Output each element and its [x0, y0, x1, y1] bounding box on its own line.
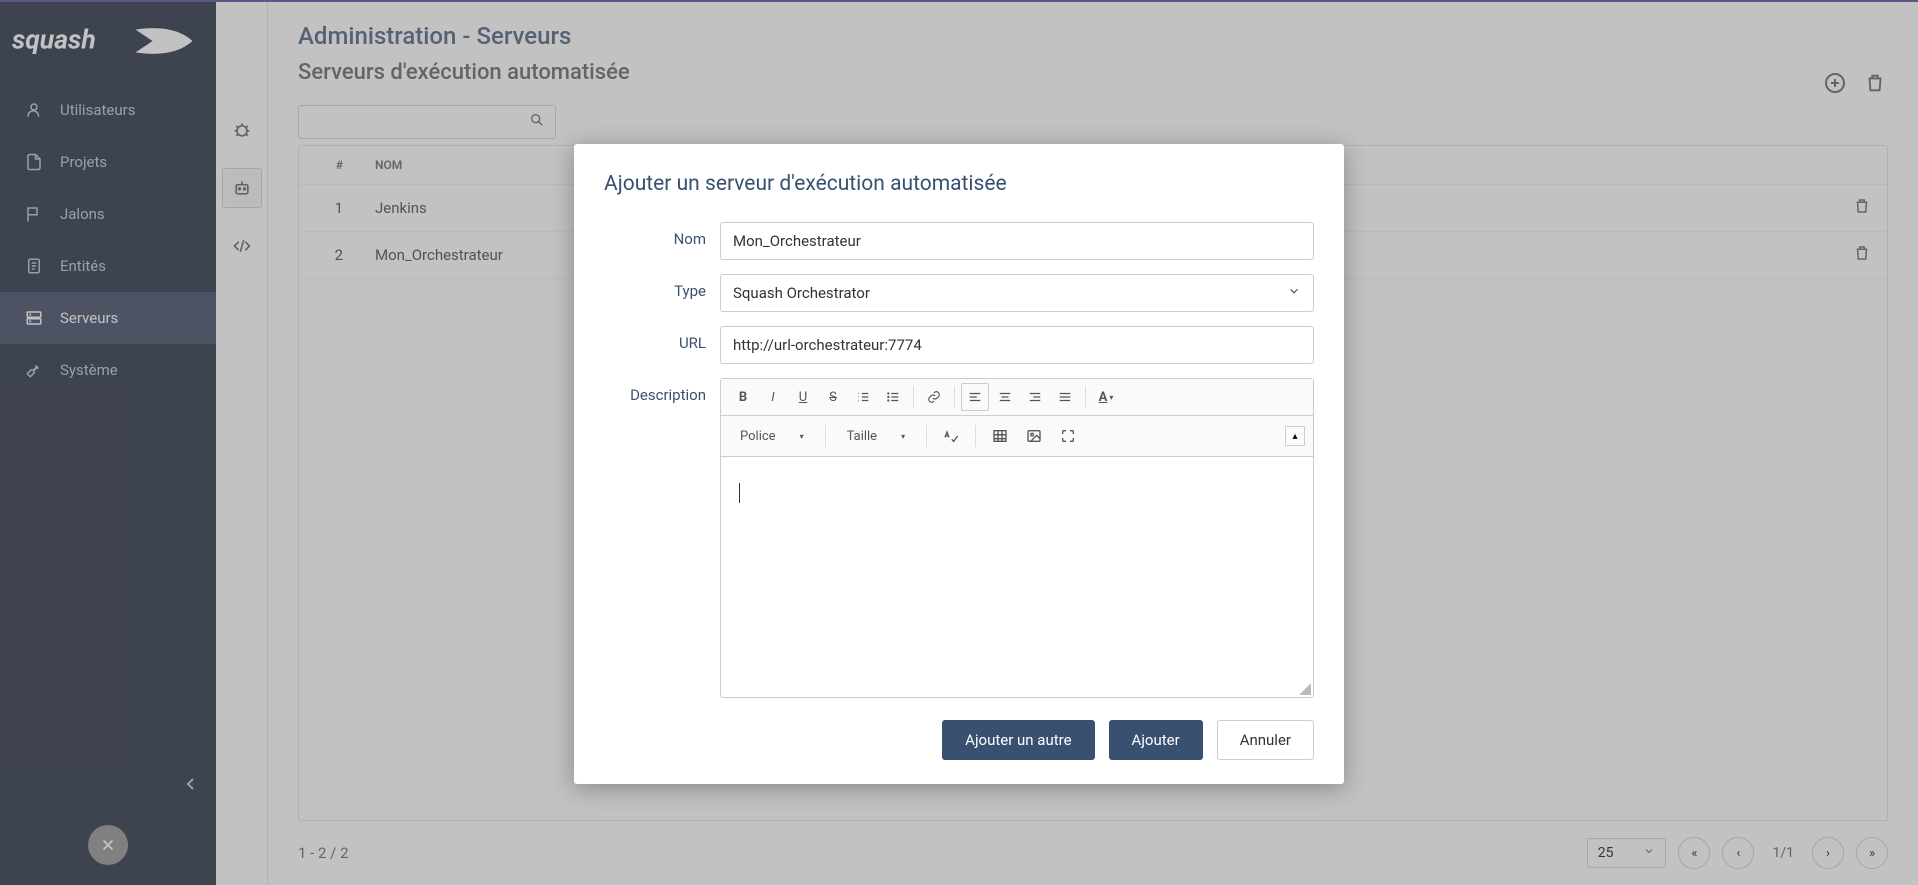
align-justify-icon[interactable] [1051, 383, 1079, 411]
add-server-dialog: Ajouter un serveur d'exécution automatis… [574, 144, 1344, 784]
resize-handle-icon[interactable] [1299, 683, 1311, 695]
bold-icon[interactable]: B [729, 383, 757, 411]
modal-overlay: Ajouter un serveur d'exécution automatis… [0, 0, 1918, 885]
strike-icon[interactable]: S [819, 383, 847, 411]
align-center-icon[interactable] [991, 383, 1019, 411]
align-right-icon[interactable] [1021, 383, 1049, 411]
editor-textarea[interactable] [721, 457, 1313, 697]
text-color-icon[interactable]: A▾ [1092, 383, 1120, 411]
table-icon[interactable] [986, 422, 1014, 450]
unordered-list-icon[interactable] [879, 383, 907, 411]
collapse-toolbar-icon[interactable]: ▴ [1285, 426, 1305, 446]
link-icon[interactable] [920, 383, 948, 411]
type-label: Type [604, 274, 720, 300]
image-icon[interactable] [1020, 422, 1048, 450]
type-select[interactable]: Squash Orchestrator [720, 274, 1314, 312]
chevron-down-icon [1287, 284, 1301, 302]
ordered-list-icon[interactable] [849, 383, 877, 411]
description-label: Description [604, 378, 720, 404]
align-left-icon[interactable] [961, 383, 989, 411]
add-another-button[interactable]: Ajouter un autre [942, 720, 1094, 760]
underline-icon[interactable]: U [789, 383, 817, 411]
spellcheck-icon[interactable] [937, 422, 965, 450]
dialog-title: Ajouter un serveur d'exécution automatis… [604, 172, 1314, 196]
rich-text-editor: B I U S [720, 378, 1314, 698]
italic-icon[interactable]: I [759, 383, 787, 411]
name-label: Nom [604, 222, 720, 248]
fullscreen-icon[interactable] [1054, 422, 1082, 450]
add-button[interactable]: Ajouter [1109, 720, 1203, 760]
size-dropdown[interactable]: Taille▾ [836, 424, 917, 449]
name-field[interactable] [720, 222, 1314, 260]
url-field[interactable] [720, 326, 1314, 364]
cancel-button[interactable]: Annuler [1217, 720, 1314, 760]
font-dropdown[interactable]: Police▾ [729, 424, 815, 449]
url-label: URL [604, 326, 720, 352]
